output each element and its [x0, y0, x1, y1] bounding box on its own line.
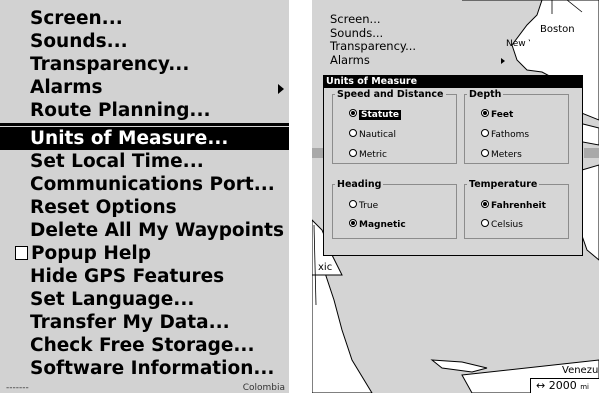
depth-group: Depth Feet Fathoms Meters — [464, 89, 569, 164]
radio-celsius[interactable]: Celsius — [481, 218, 523, 232]
menu-item-sounds[interactable]: Sounds... — [312, 25, 512, 41]
radio-feet[interactable]: Feet — [481, 108, 513, 122]
menu-item-sounds[interactable]: Sounds... — [0, 30, 289, 53]
menu-item-transparency[interactable]: Transparency... — [0, 53, 289, 76]
radio-metric[interactable]: Metric — [349, 148, 387, 162]
menu-item-label: Sounds... — [30, 31, 128, 52]
scale-value: 2000 — [548, 379, 577, 392]
radio-nautical[interactable]: Nautical — [349, 128, 396, 142]
map-label-boston: Boston — [540, 24, 575, 35]
radio-label: Feet — [491, 110, 514, 120]
settings-menu-panel: Screen... Sounds... Transparency... Alar… — [0, 0, 289, 393]
radio-button-icon — [481, 200, 489, 208]
menu-item-units-of-measure[interactable]: Units of Measure... — [0, 127, 289, 150]
radio-button-icon — [349, 219, 357, 227]
menu-item-set-language[interactable]: Set Language... — [0, 288, 289, 311]
radio-statute[interactable]: Statute — [349, 108, 401, 122]
menu-item-label: Hide GPS Features — [30, 266, 225, 287]
radio-label: Celsius — [491, 220, 523, 230]
radio-label: Fathoms — [491, 130, 530, 140]
dialog-title: Units of Measure — [324, 76, 582, 88]
temperature-group: Temperature Fahrenheit Celsius — [464, 179, 569, 239]
menu-item-label: Delete All My Waypoints — [30, 220, 285, 241]
menu-item-label: Set Language... — [30, 289, 195, 310]
radio-magnetic[interactable]: Magnetic — [349, 218, 406, 232]
menu-item-screen[interactable]: Screen... — [0, 7, 289, 30]
menu-item-label: Sounds... — [330, 25, 384, 40]
map-edge-text: ------- Colombia — [0, 383, 289, 393]
radio-label: Metric — [359, 150, 387, 160]
radio-button-icon — [349, 149, 357, 157]
submenu-arrow-icon — [501, 57, 505, 64]
menu-item-alarms[interactable]: Alarms — [312, 52, 512, 68]
radio-label: Fahrenheit — [491, 201, 546, 211]
menu-item-label: Set Local Time... — [30, 151, 204, 172]
radio-label: Magnetic — [359, 220, 406, 230]
radio-label: Nautical — [359, 130, 396, 140]
radio-button-icon — [481, 219, 489, 227]
menu-item-label: Transfer My Data... — [30, 312, 230, 333]
map-edge-fragment: ------- — [6, 383, 29, 393]
map-scale-indicator: ↔ 2000 mi — [530, 378, 599, 393]
menu-divider — [0, 123, 289, 126]
menu-item-label: Popup Help — [31, 243, 151, 264]
menu-item-transparency[interactable]: Transparency... — [312, 39, 512, 54]
radio-label: True — [359, 201, 379, 211]
map-label-colombia: Colombia — [242, 383, 285, 393]
scale-arrow-icon: ↔ — [536, 379, 546, 392]
menu-item-label: Reset Options — [30, 197, 177, 218]
settings-menu: Screen... Sounds... Transparency... Alar… — [0, 7, 289, 380]
menu-item-label: Transparency... — [30, 54, 190, 75]
units-of-measure-dialog: Units of Measure Speed and Distance Stat… — [323, 75, 583, 256]
menu-item-label: Units of Measure... — [30, 128, 229, 149]
submenu-arrow-icon — [278, 84, 284, 94]
menu-item-label: Screen... — [330, 12, 381, 26]
menu-item-label: Alarms — [330, 52, 370, 67]
menu-item-reset-options[interactable]: Reset Options — [0, 196, 289, 219]
radio-label: Meters — [491, 150, 522, 160]
speed-distance-group: Speed and Distance Statute Nautical Metr… — [332, 89, 457, 164]
menu-item-alarms[interactable]: Alarms — [0, 76, 289, 99]
map-screen-panel: Boston New York xic Venezu Screen... Sou… — [312, 0, 599, 393]
group-title: Heading — [335, 179, 384, 190]
radio-button-icon — [349, 200, 357, 208]
radio-button-icon — [481, 109, 489, 117]
group-title: Speed and Distance — [335, 89, 446, 100]
menu-item-check-free-storage[interactable]: Check Free Storage... — [0, 334, 289, 357]
menu-item-communications-port[interactable]: Communications Port... — [0, 173, 289, 196]
radio-true[interactable]: True — [349, 199, 378, 213]
group-title: Temperature — [467, 179, 540, 190]
radio-meters[interactable]: Meters — [481, 148, 522, 162]
menu-item-label: Route Planning... — [30, 100, 211, 121]
radio-label: Statute — [359, 110, 401, 120]
menu-item-label: Software Information... — [30, 358, 275, 379]
menu-item-transfer-my-data[interactable]: Transfer My Data... — [0, 311, 289, 334]
map-label-venezuela: Venezu — [562, 365, 599, 376]
heading-group: Heading True Magnetic — [332, 179, 457, 239]
scale-unit: mi — [580, 383, 589, 391]
radio-button-icon — [481, 129, 489, 137]
menu-item-hide-gps-features[interactable]: Hide GPS Features — [0, 265, 289, 288]
menu-item-popup-help[interactable]: Popup Help — [0, 242, 289, 265]
menu-item-screen[interactable]: Screen... — [312, 12, 512, 27]
menu-item-set-local-time[interactable]: Set Local Time... — [0, 150, 289, 173]
menu-item-label: Communications Port... — [30, 174, 275, 195]
settings-menu-small: Screen... Sounds... Transparency... Alar… — [312, 0, 512, 74]
menu-item-label: Transparency... — [330, 39, 417, 53]
radio-button-icon — [481, 149, 489, 157]
map-label-mexico: xic — [318, 262, 333, 273]
menu-item-label: Check Free Storage... — [30, 335, 255, 356]
menu-item-software-information[interactable]: Software Information... — [0, 357, 289, 380]
menu-item-label: Alarms — [30, 77, 103, 98]
radio-button-icon — [349, 109, 357, 117]
menu-item-label: Screen... — [30, 8, 123, 29]
popup-help-checkbox[interactable] — [15, 246, 28, 260]
menu-item-delete-all-waypoints[interactable]: Delete All My Waypoints — [0, 219, 289, 242]
radio-fahrenheit[interactable]: Fahrenheit — [481, 199, 546, 213]
radio-button-icon — [349, 129, 357, 137]
group-title: Depth — [467, 89, 504, 100]
menu-item-route-planning[interactable]: Route Planning... — [0, 99, 289, 122]
radio-fathoms[interactable]: Fathoms — [481, 128, 529, 142]
